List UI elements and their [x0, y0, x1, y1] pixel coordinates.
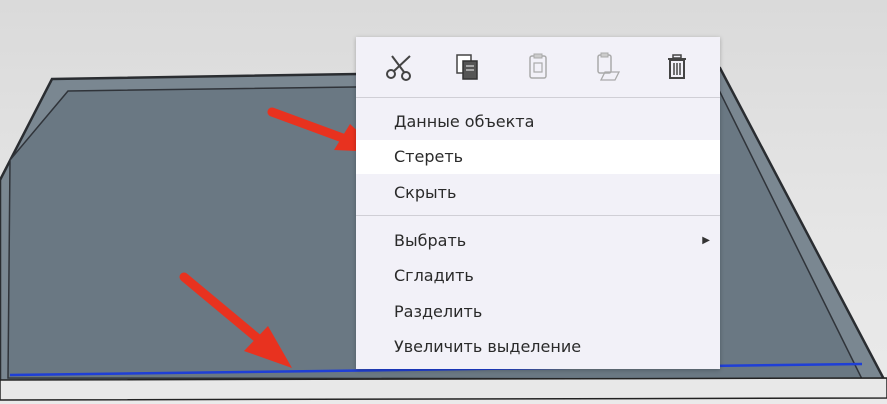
menu-item-erase[interactable]: Стереть [356, 140, 720, 174]
context-menu: Данные объекта Стереть Скрыть Выбрать ▶ … [356, 37, 720, 369]
menu-item-label: Сгладить [394, 266, 474, 285]
menu-item-label: Выбрать [394, 231, 467, 250]
paste-button[interactable] [515, 44, 561, 90]
menu-divider-top [356, 97, 720, 98]
paste-icon [529, 53, 547, 79]
menu-item-extend-selection[interactable]: Увеличить выделение [356, 330, 720, 364]
menu-item-divide[interactable]: Разделить [356, 295, 720, 329]
menu-divider-middle [356, 215, 720, 216]
paste-in-place-button[interactable] [585, 44, 631, 90]
menu-item-label: Стереть [394, 147, 464, 166]
scissors-icon [385, 55, 411, 81]
menu-item-label: Разделить [394, 302, 483, 321]
menu-item-soften[interactable]: Сгладить [356, 259, 720, 293]
cut-button[interactable] [376, 44, 422, 90]
menu-item-label: Скрыть [394, 183, 457, 202]
menu-item-label: Увеличить выделение [394, 337, 582, 356]
menu-item-entity-info[interactable]: Данные объекта [356, 105, 720, 139]
copy-button[interactable] [445, 44, 491, 90]
trash-icon [668, 54, 687, 79]
slab-bottom-edge [0, 377, 887, 401]
menu-item-hide[interactable]: Скрыть [356, 176, 720, 210]
menu-item-select[interactable]: Выбрать ▶ [356, 224, 720, 258]
paste-in-place-icon [596, 52, 620, 81]
delete-button[interactable] [654, 44, 700, 90]
sketchup-viewport[interactable]: Данные объекта Стереть Скрыть Выбрать ▶ … [0, 0, 887, 404]
submenu-arrow-icon: ▶ [702, 235, 710, 246]
context-menu-toolbar [356, 37, 720, 97]
menu-item-label: Данные объекта [394, 112, 535, 131]
copy-icon [456, 54, 479, 80]
